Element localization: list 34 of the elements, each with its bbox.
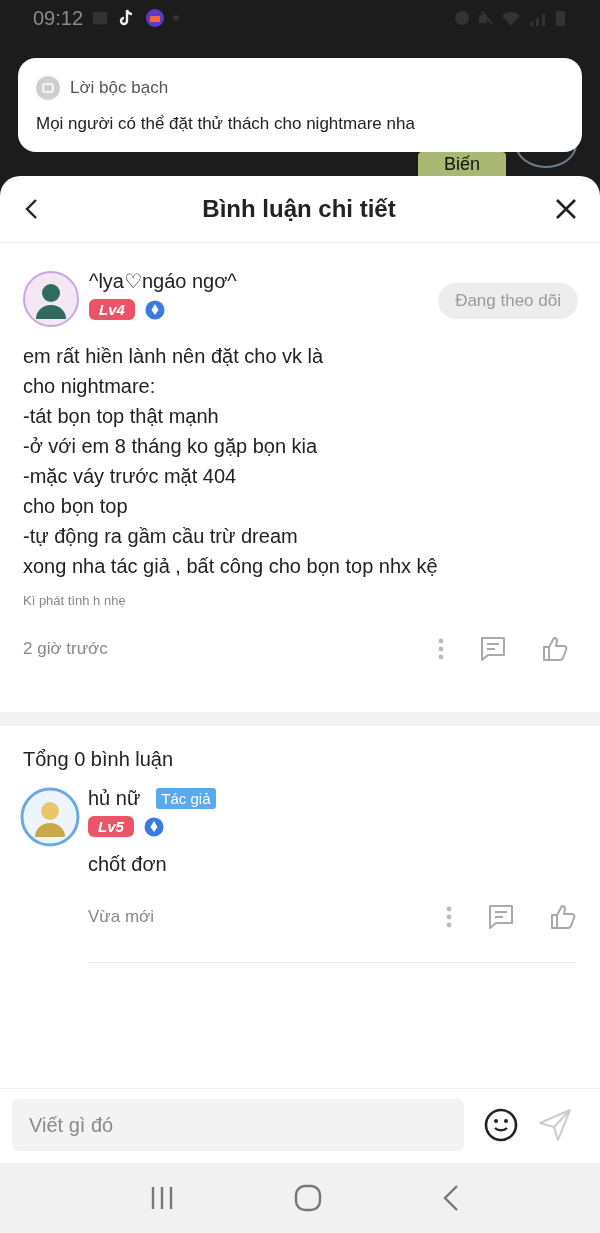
level-badge: Lv5	[88, 816, 134, 837]
image-icon	[91, 9, 110, 27]
sheet-title: Bình luận chi tiết	[202, 195, 396, 223]
author-name[interactable]: ^lya♡ngáo ngơ^	[89, 269, 429, 293]
level-badge: Lv4	[89, 299, 135, 320]
more-icon[interactable]	[446, 906, 452, 928]
recents-icon[interactable]	[150, 1185, 174, 1211]
reply-time: Vừa mới	[88, 907, 154, 927]
status-time: 09:12	[33, 6, 84, 30]
more-icon[interactable]	[438, 638, 444, 660]
reply-icon[interactable]	[480, 636, 506, 662]
author-name[interactable]: hủ nữ	[88, 787, 141, 810]
comment-time: 2 giờ trước	[23, 639, 108, 659]
emoji-icon[interactable]	[484, 1108, 518, 1142]
reply-text: chốt đơn	[88, 853, 168, 876]
close-icon[interactable]	[554, 197, 578, 221]
home-icon[interactable]	[294, 1184, 322, 1212]
notification-app-name: Lời bộc bạch	[70, 78, 169, 98]
notification-card[interactable]: Lời bộc bạch Mọi người có thể đặt thử thách cho nightmare nha	[18, 58, 582, 152]
like-icon[interactable]	[542, 636, 568, 662]
notification-message: Mọi người có thể đặt thử thách cho nightmare nha	[36, 114, 416, 134]
comment-count: Tổng 0 bình luận	[22, 747, 175, 771]
reply-icon[interactable]	[488, 904, 514, 930]
signature: Kì phát tình h nhẹ	[23, 593, 127, 608]
comment-input[interactable]: Viết gì đó	[12, 1099, 464, 1151]
app-icon	[145, 8, 166, 28]
send-icon[interactable]	[538, 1108, 572, 1142]
author-tag: Tác giả	[156, 788, 216, 809]
pen-badge-icon	[144, 299, 165, 320]
like-icon[interactable]	[550, 904, 576, 930]
avatar[interactable]	[23, 271, 79, 327]
comment-text: em rất hiền lành nên đặt cho vk là cho nightmare: -tát bọn top thật mạnh -ở với em 8 tháng ko gặp bọn kia -mặc váy trước mặt 404 cho bọn top -tự động ra gầm cầu trừ dream xong nha tác giả , bất công cho bọn top nhx kệ	[23, 344, 439, 579]
pen-badge-icon	[143, 816, 164, 837]
app-icon	[36, 76, 60, 100]
